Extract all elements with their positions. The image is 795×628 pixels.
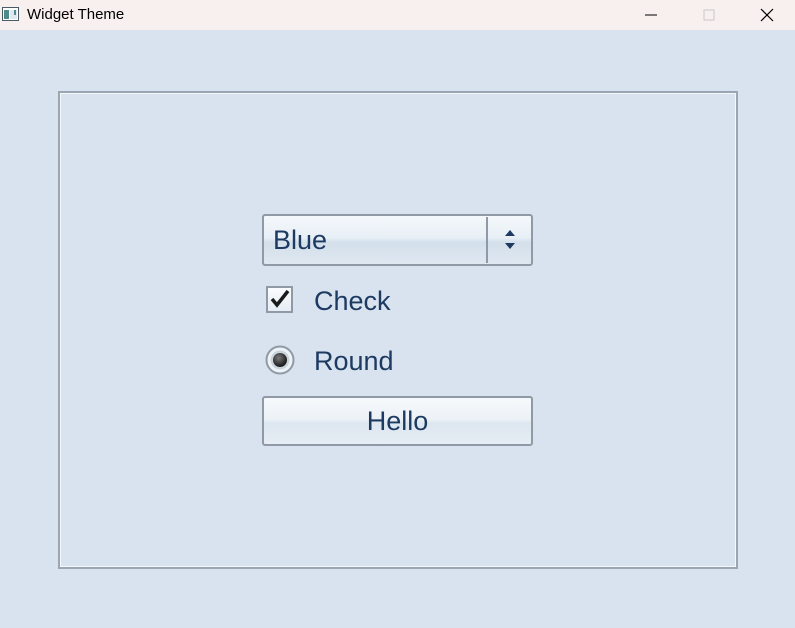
- app-window: Widget Theme Blue Check Round Hello: [0, 0, 795, 628]
- title-bar[interactable]: Widget Theme: [0, 0, 795, 30]
- minimize-icon: [645, 14, 657, 16]
- check-label[interactable]: Check: [314, 286, 391, 317]
- round-radio-button[interactable]: [265, 345, 295, 375]
- close-button[interactable]: [738, 0, 795, 30]
- checkmark-icon: [270, 289, 290, 308]
- hello-button[interactable]: Hello: [262, 396, 533, 446]
- round-label[interactable]: Round: [314, 346, 394, 377]
- theme-combo-box[interactable]: Blue: [262, 214, 533, 266]
- combo-divider: [486, 217, 488, 263]
- maximize-icon: [703, 9, 715, 21]
- up-down-arrows-icon[interactable]: [502, 229, 518, 251]
- close-icon: [760, 8, 774, 22]
- group-box: [58, 91, 738, 569]
- maximize-button[interactable]: [680, 0, 738, 30]
- window-title: Widget Theme: [27, 6, 125, 23]
- check-checkbox[interactable]: [266, 286, 293, 313]
- minimize-button[interactable]: [622, 0, 680, 30]
- combo-selected-value: Blue: [273, 225, 328, 255]
- app-icon: [2, 7, 19, 21]
